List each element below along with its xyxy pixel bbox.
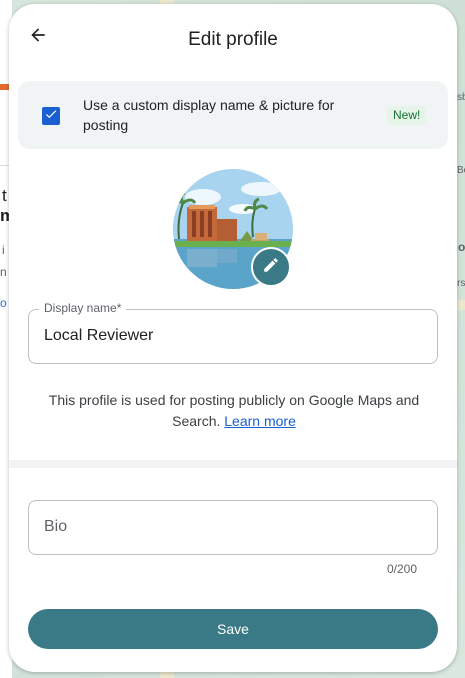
map-label-fragment: sb <box>457 92 465 103</box>
new-badge: New! <box>387 106 427 125</box>
side-panel-fragment: n <box>0 265 7 279</box>
map-label-fragment: o <box>458 240 465 254</box>
edit-photo-button[interactable] <box>251 247 291 287</box>
display-name-field[interactable]: Display name* Local Reviewer <box>28 301 438 364</box>
side-panel-fragment: t <box>2 186 7 205</box>
custom-profile-label: Use a custom display name & picture for … <box>83 97 335 133</box>
bio-character-counter: 0/200 <box>387 562 418 576</box>
display-name-label: Display name* <box>39 301 127 315</box>
page-title: Edit profile <box>188 29 278 50</box>
bio-placeholder: Bio <box>44 518 68 535</box>
side-panel-fragment: o <box>0 296 7 310</box>
helper-text: This profile is used for posting publicl… <box>29 390 439 432</box>
bio-field[interactable]: Bio <box>28 500 438 555</box>
display-name-value: Local Reviewer <box>44 327 154 344</box>
learn-more-link[interactable]: Learn more <box>224 413 296 429</box>
map-label-fragment: rs <box>457 278 465 289</box>
side-panel-fragment: i <box>2 243 5 257</box>
save-button[interactable]: Save <box>28 609 438 649</box>
edit-profile-dialog: Edit profile Use a custom display name &… <box>9 4 457 672</box>
pencil-icon <box>262 256 280 279</box>
section-divider <box>9 460 457 468</box>
avatar-container <box>173 169 293 289</box>
check-icon <box>44 107 58 126</box>
map-label-fragment: Bo <box>457 165 465 176</box>
custom-profile-option: Use a custom display name & picture for … <box>18 81 448 149</box>
custom-profile-checkbox[interactable] <box>42 107 60 125</box>
